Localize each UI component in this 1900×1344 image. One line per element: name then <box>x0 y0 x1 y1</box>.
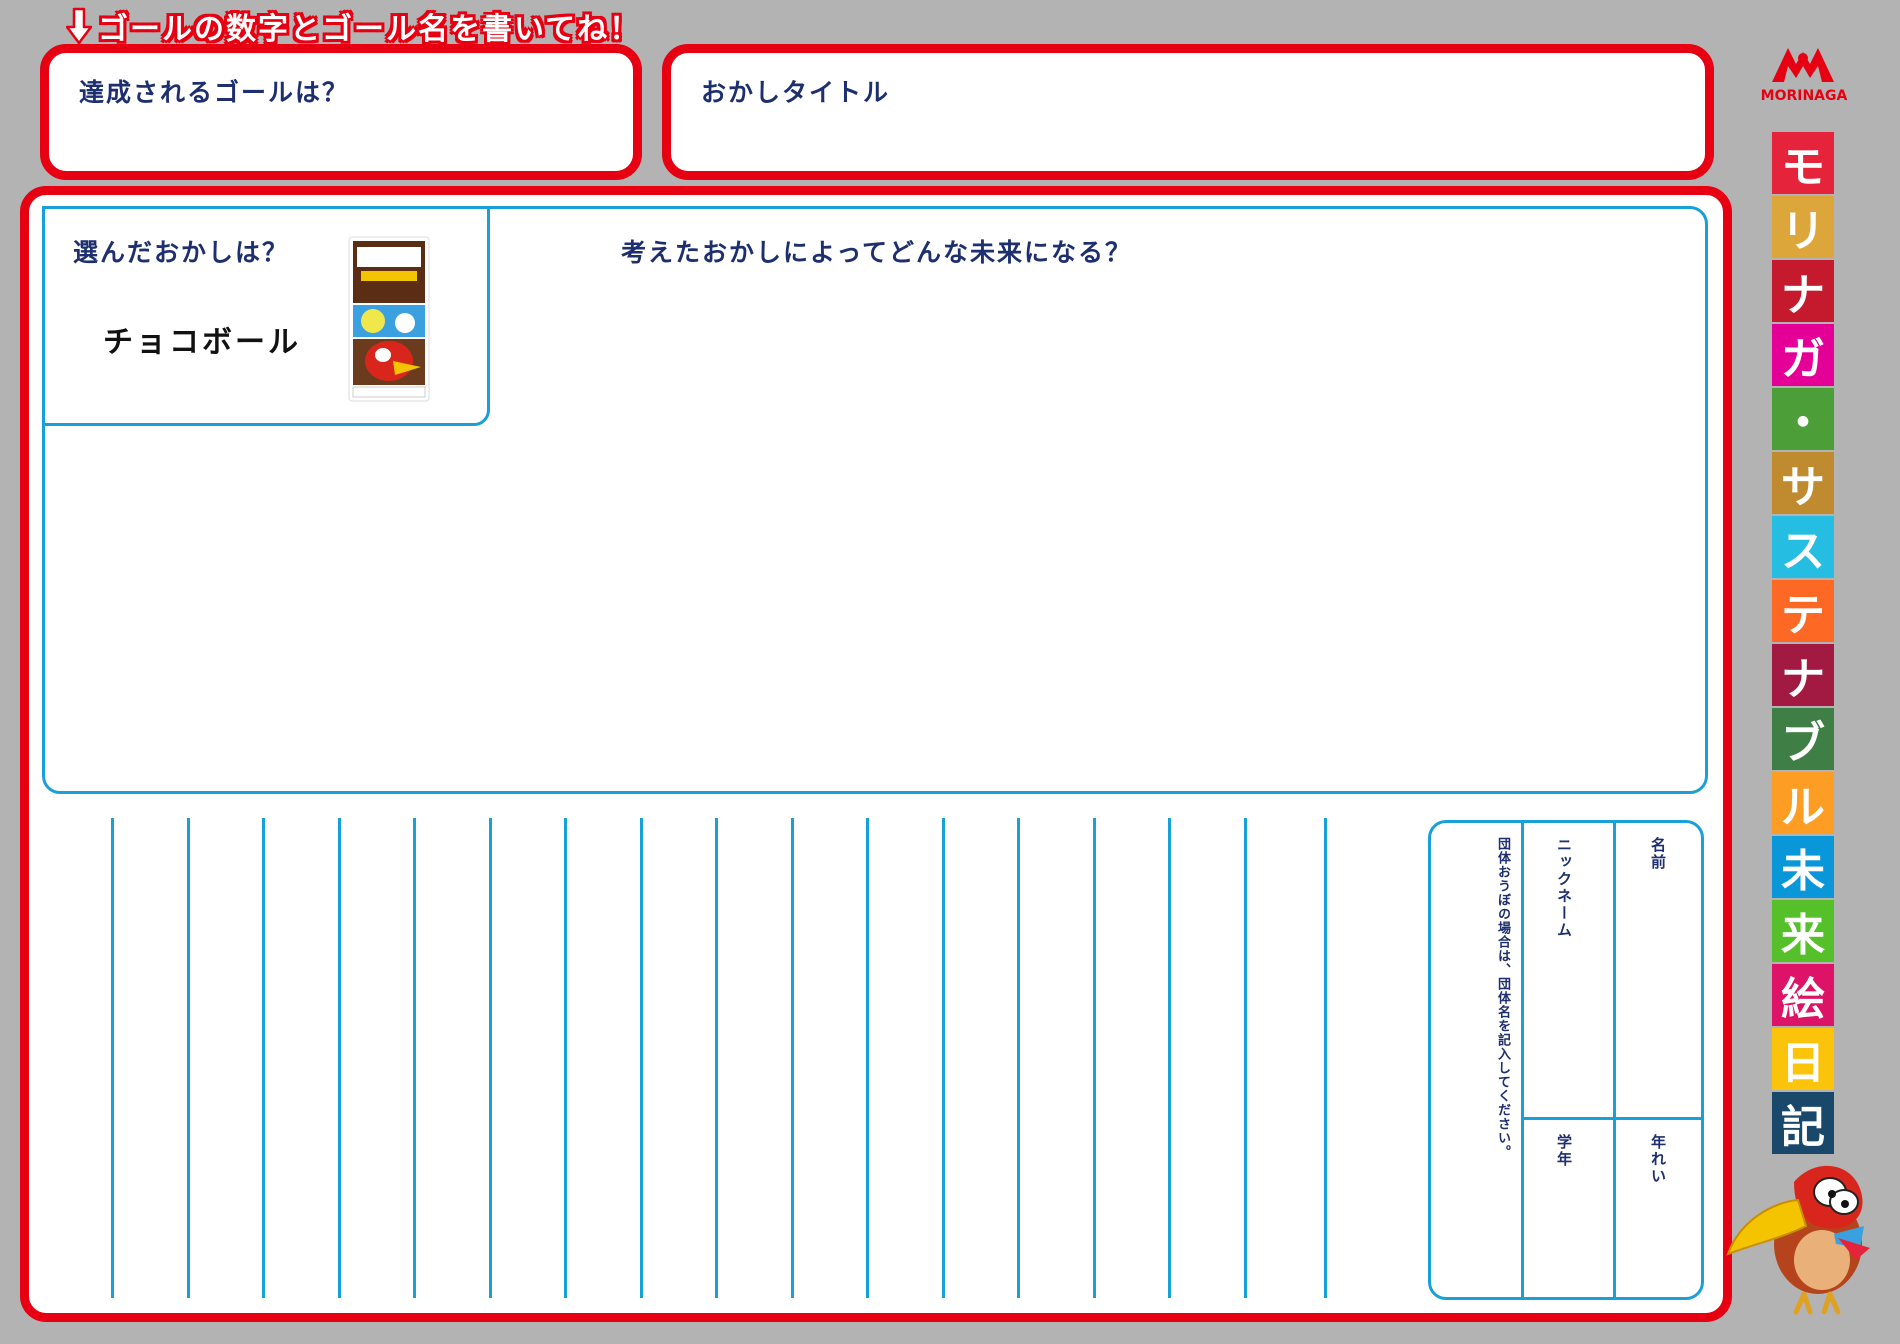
title-tile: ブ <box>1772 708 1834 770</box>
writing-line[interactable] <box>791 818 794 1298</box>
writing-line[interactable] <box>1324 818 1327 1298</box>
title-tile: 来 <box>1772 900 1834 962</box>
grade-label: 学年 <box>1555 1134 1573 1168</box>
writing-line[interactable] <box>942 818 945 1298</box>
morinaga-angel-logo <box>1772 48 1834 82</box>
title-tile: 絵 <box>1772 964 1834 1026</box>
product-name: チョコボール <box>103 325 301 360</box>
title-tile: ・ <box>1772 388 1834 450</box>
writing-line[interactable] <box>187 818 190 1298</box>
title-tile: ス <box>1772 516 1834 578</box>
arrow-down-icon <box>66 7 92 45</box>
writing-line[interactable] <box>489 818 492 1298</box>
writing-line[interactable] <box>1168 818 1171 1298</box>
writing-line[interactable] <box>1244 818 1247 1298</box>
title-tile: ナ <box>1772 260 1834 322</box>
writing-line[interactable] <box>1093 818 1096 1298</box>
writing-line[interactable] <box>111 818 114 1298</box>
product-package-image <box>348 236 430 402</box>
age-label: 年れい <box>1649 1134 1667 1185</box>
writing-line[interactable] <box>262 818 265 1298</box>
title-tile: 記 <box>1772 1092 1834 1154</box>
title-box[interactable]: おかしタイトル <box>662 44 1714 180</box>
title-tile: 未 <box>1772 836 1834 898</box>
title-tile: ル <box>1772 772 1834 834</box>
title-tile: モ <box>1772 132 1834 194</box>
instruction-text: ゴールの数字とゴール名を書いてね！ <box>98 12 642 47</box>
morinaga-logo-text: MORINAGA <box>1760 88 1848 104</box>
writing-line[interactable] <box>564 818 567 1298</box>
writing-line[interactable] <box>866 818 869 1298</box>
goal-label: 達成されるゴールは？ <box>79 78 350 107</box>
mascot-bird-illustration <box>1726 1165 1870 1315</box>
writing-line[interactable] <box>1017 818 1020 1298</box>
vertical-title: モリナガ・サステナブル未来絵日記 <box>1772 132 1834 1156</box>
name-field[interactable]: 名前 <box>1616 823 1701 1117</box>
entry-form: 団体おうぼの場合は、団体名を記入してください。 ニックネーム 名前 学年 年れい <box>1428 820 1704 1300</box>
grade-field[interactable]: 学年 <box>1524 1120 1613 1297</box>
title-tile: 日 <box>1772 1028 1834 1090</box>
title-tile: リ <box>1772 196 1834 258</box>
age-field[interactable]: 年れい <box>1616 1120 1701 1297</box>
writing-line[interactable] <box>338 818 341 1298</box>
name-label: 名前 <box>1649 837 1667 871</box>
title-label: おかしタイトル <box>701 78 891 107</box>
title-tile: ガ <box>1772 324 1834 386</box>
chosen-snack-box: 選んだおかしは？ チョコボール <box>42 206 490 426</box>
title-tile: ナ <box>1772 644 1834 706</box>
writing-line[interactable] <box>715 818 718 1298</box>
nickname-field[interactable]: ニックネーム <box>1524 823 1613 1117</box>
writing-line[interactable] <box>413 818 416 1298</box>
goal-box[interactable]: 達成されるゴールは？ <box>40 44 642 180</box>
title-tile: テ <box>1772 580 1834 642</box>
future-label: 考えたおかしによってどんな未来になる？ <box>621 238 1133 267</box>
nickname-label: ニックネーム <box>1555 837 1573 939</box>
chosen-label: 選んだおかしは？ <box>73 238 290 267</box>
group-note: 団体おうぼの場合は、団体名を記入してください。 <box>1495 837 1510 1159</box>
instruction-banner: ゴールの数字とゴール名を書いてね！ <box>66 6 642 47</box>
writing-line[interactable] <box>640 818 643 1298</box>
title-tile: サ <box>1772 452 1834 514</box>
